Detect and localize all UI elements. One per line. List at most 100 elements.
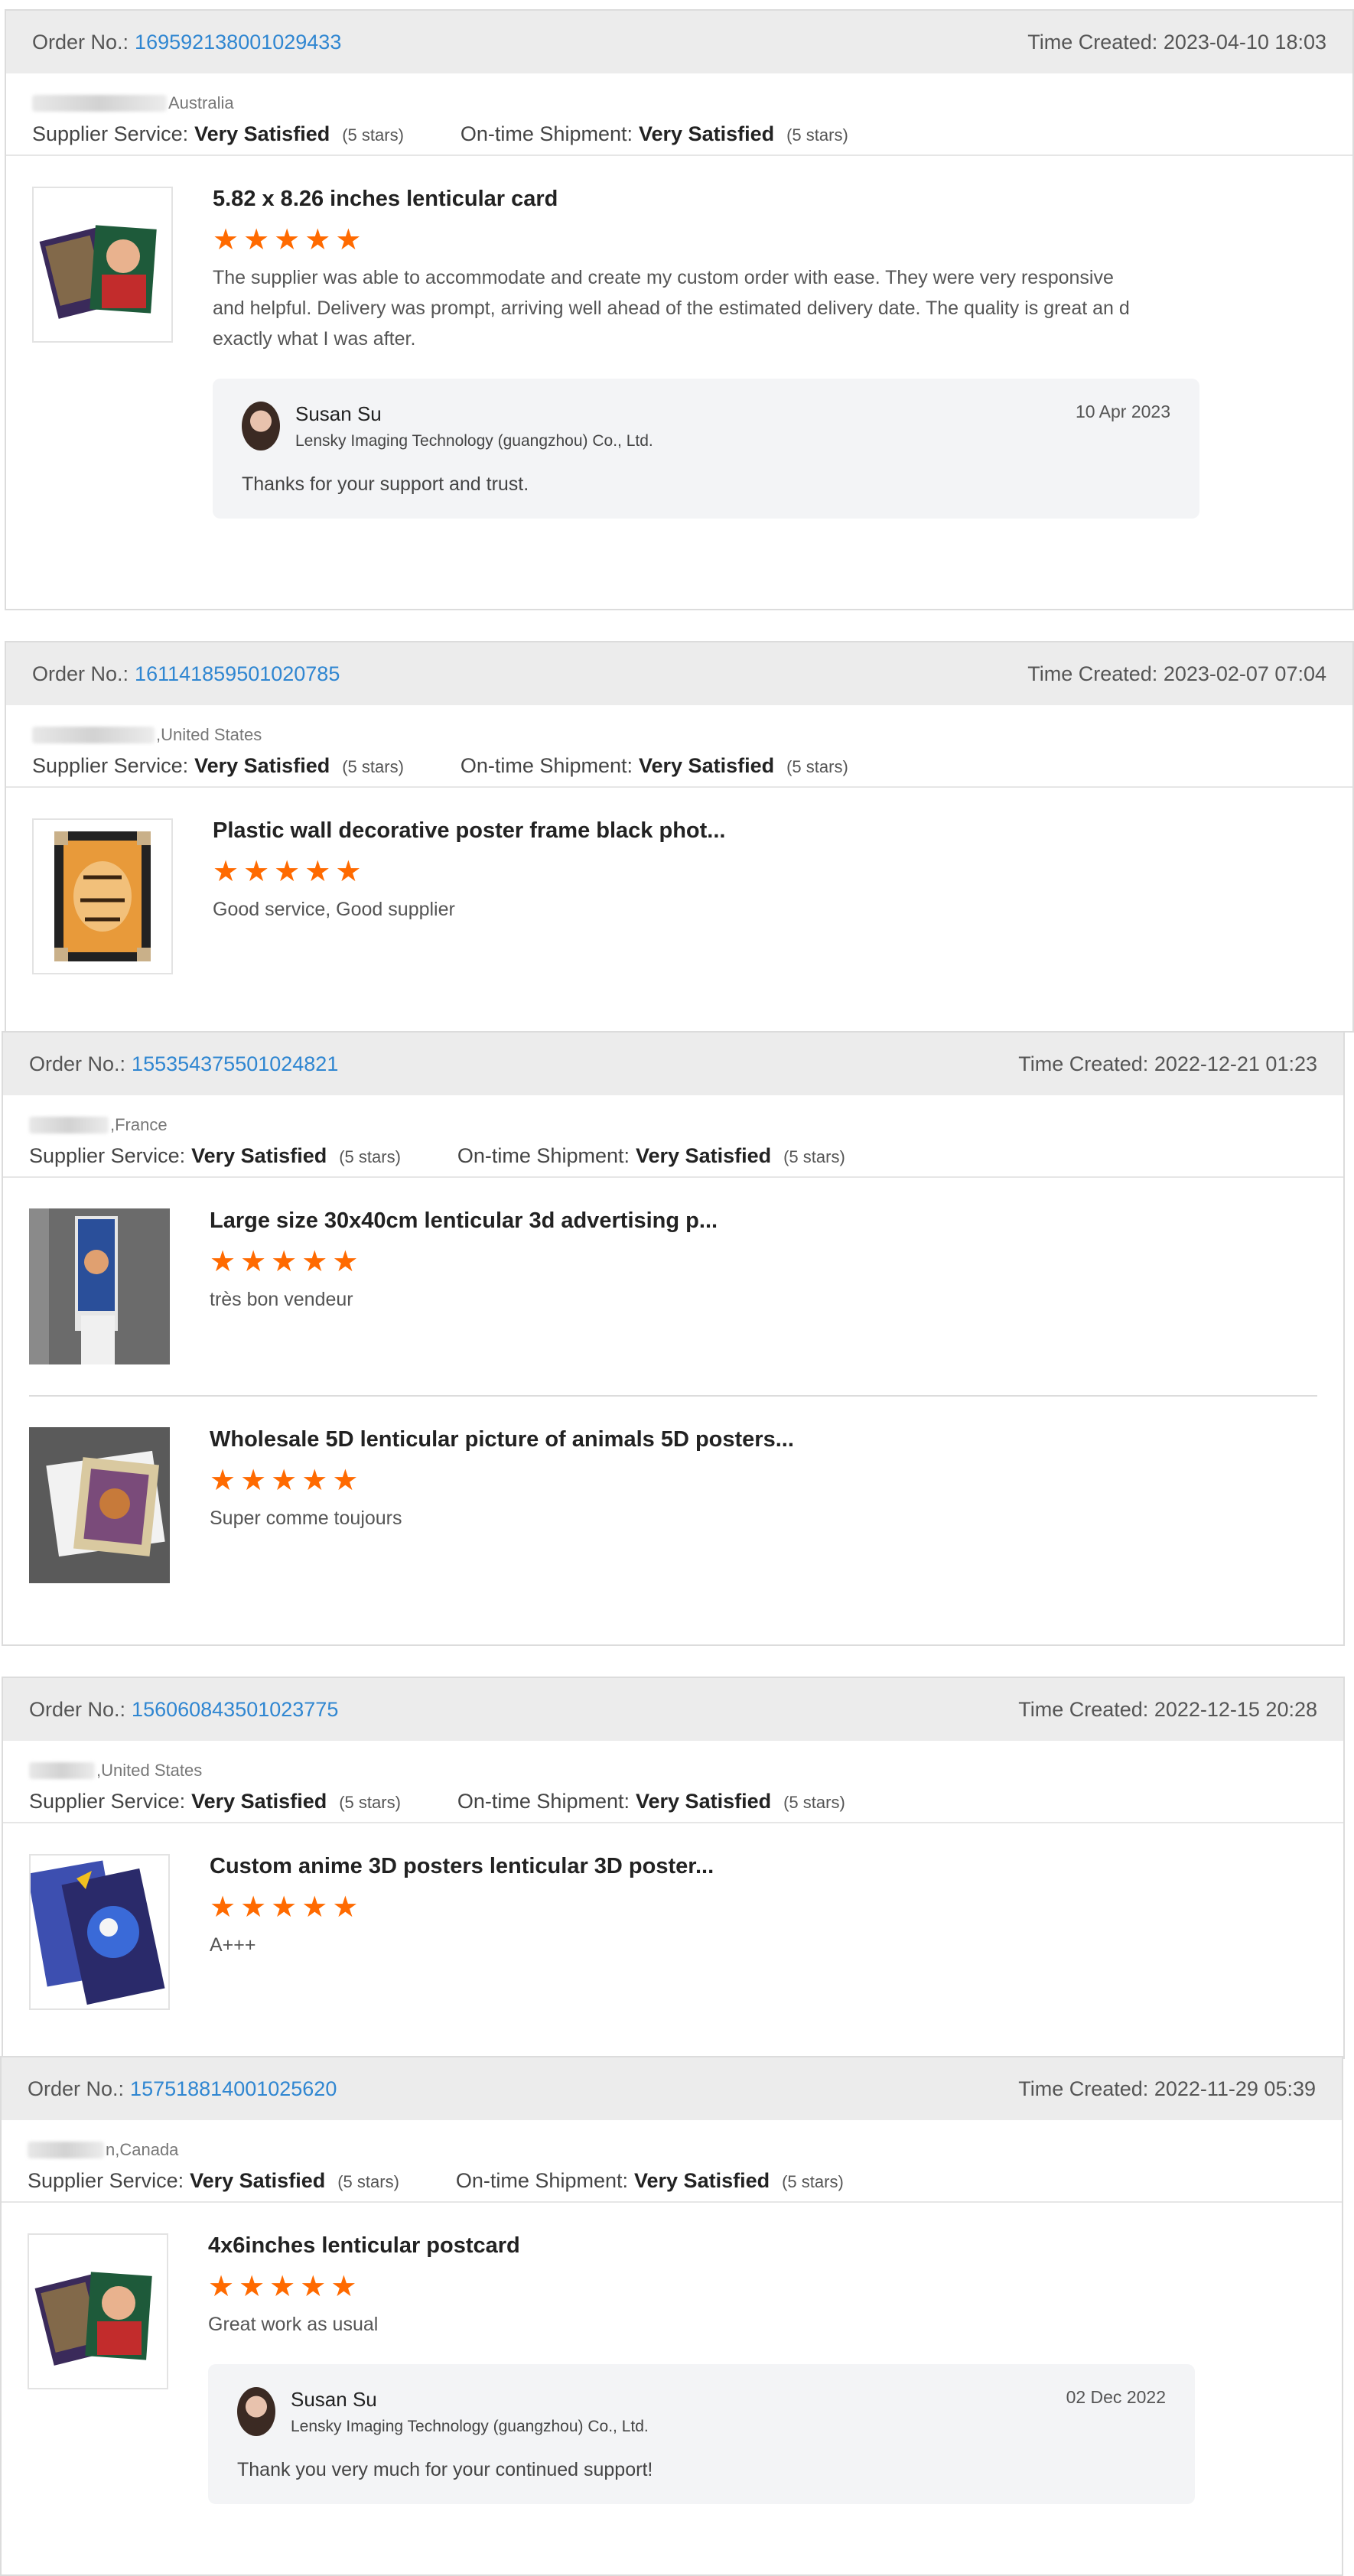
product-thumbnail[interactable]: [32, 187, 173, 343]
star-icon: ★: [304, 856, 331, 888]
review-comment: très bon vendeur: [210, 1289, 353, 1310]
star-rating: ★ ★ ★ ★ ★: [210, 1893, 1317, 1922]
star-rating: ★ ★ ★ ★ ★: [213, 226, 1326, 255]
reply-author: Susan Su: [295, 402, 382, 425]
supplier-service-value: Very Satisfied: [194, 754, 330, 777]
star-icon: ★: [274, 856, 301, 888]
buyer-location: n,Canada: [28, 2137, 1316, 2163]
order-number-link[interactable]: 157518814001025620: [130, 2077, 337, 2100]
supplier-service-value: Very Satisfied: [194, 122, 330, 145]
shipment-label: On-time Shipment:: [457, 1144, 630, 1167]
star-icon: ★: [301, 1465, 328, 1497]
star-icon: ★: [301, 1246, 328, 1278]
star-rating: ★ ★ ★ ★ ★: [213, 857, 1326, 886]
anime-poster-image: [31, 1860, 165, 2005]
order-number-link[interactable]: 155354375501024821: [132, 1052, 338, 1075]
shipment-stars-text: (5 stars): [786, 757, 848, 776]
buyer-location: Australia: [32, 90, 1326, 116]
star-icon: ★: [335, 856, 362, 888]
star-icon: ★: [330, 2271, 357, 2303]
product-title[interactable]: 5.82 x 8.26 inches lenticular card: [213, 187, 1326, 212]
review-item: 4x6inches lenticular postcard ★ ★ ★ ★ ★ Grea…: [2, 2203, 1342, 2504]
time-created-label: Time Created:: [1027, 662, 1158, 685]
joker-cards-image: [34, 2272, 152, 2366]
reply-company: Lensky Imaging Technology (guangzhou) Co…: [291, 2417, 649, 2435]
shipment-label: On-time Shipment:: [455, 2169, 628, 2192]
product-thumbnail[interactable]: [29, 1208, 170, 1364]
shipment-stars-text: (5 stars): [786, 125, 848, 145]
product-title[interactable]: Custom anime 3D posters lenticular 3D po…: [210, 1854, 1317, 1879]
order-meta: Australia Supplier Service: Very Satisfie…: [6, 73, 1352, 156]
product-thumbnail[interactable]: [29, 1854, 170, 2010]
review-comment: Good service, Good supplier: [213, 899, 455, 920]
shipment-label: On-time Shipment:: [460, 754, 633, 777]
order-card: Order No.: 155354375501024821 Time Create…: [2, 1031, 1345, 1646]
buyer-country: n,Canada: [106, 2140, 179, 2159]
product-title[interactable]: Plastic wall decorative poster frame bla…: [213, 818, 1326, 844]
product-thumbnail[interactable]: [32, 818, 173, 974]
supplier-reply: Susan Su Lensky Imaging Technology (guan…: [213, 379, 1199, 519]
shipment-stars-text: (5 stars): [782, 2172, 844, 2191]
time-created-label: Time Created:: [1018, 1052, 1149, 1075]
supplier-service-label: Supplier Service:: [32, 754, 189, 777]
order-number-link[interactable]: 169592138001029433: [135, 31, 341, 54]
order-card: Order No.: 156060843501023775 Time Create…: [2, 1677, 1345, 2059]
shipment-value: Very Satisfied: [636, 1144, 772, 1167]
review-comment: A+++: [210, 1934, 256, 1956]
time-created-value: 2023-02-07 07:04: [1163, 662, 1326, 685]
product-title[interactable]: Wholesale 5D lenticular picture of anima…: [210, 1427, 1317, 1452]
buyer-location: ,United States: [32, 722, 1326, 748]
order-number-link[interactable]: 156060843501023775: [132, 1698, 338, 1721]
star-rating: ★ ★ ★ ★ ★: [210, 1466, 1317, 1495]
order-no-label: Order No.:: [29, 1052, 126, 1075]
review-item: Wholesale 5D lenticular picture of anima…: [3, 1397, 1343, 1583]
star-icon: ★: [240, 1891, 267, 1924]
product-thumbnail[interactable]: [29, 1427, 170, 1583]
star-icon: ★: [210, 1891, 236, 1924]
star-rating: ★ ★ ★ ★ ★: [208, 2272, 1316, 2301]
order-header: Order No.: 157518814001025620 Time Create…: [2, 2057, 1342, 2120]
animal-picture-image: [29, 1427, 170, 1583]
tiger-frame-image: [54, 831, 151, 961]
order-header: Order No.: 161141859501020785 Time Create…: [6, 642, 1352, 705]
order-number-link[interactable]: 161141859501020785: [135, 662, 340, 685]
shipment-stars-text: (5 stars): [783, 1793, 845, 1812]
order-card: Order No.: 161141859501020785 Time Create…: [5, 641, 1354, 1033]
buyer-country: Australia: [168, 93, 234, 112]
time-created-value: 2022-11-29 05:39: [1154, 2077, 1316, 2100]
star-icon: ★: [239, 2271, 265, 2303]
star-icon: ★: [243, 856, 270, 888]
review-comment: Super comme toujours: [210, 1508, 402, 1529]
star-icon: ★: [210, 1246, 236, 1278]
shipment-label: On-time Shipment:: [460, 122, 633, 145]
product-title[interactable]: Large size 30x40cm lenticular 3d adverti…: [210, 1208, 1317, 1234]
rating-line: Supplier Service: Very Satisfied (5 stars)…: [32, 754, 1326, 778]
review-item: 5.82 x 8.26 inches lenticular card ★ ★ ★ ★ ★…: [6, 156, 1352, 519]
star-icon: ★: [213, 856, 239, 888]
review-item: Custom anime 3D posters lenticular 3D po…: [3, 1823, 1343, 2010]
star-icon: ★: [240, 1465, 267, 1497]
order-meta: ,United States Supplier Service: Very Sat…: [6, 705, 1352, 788]
buyer-country: ,United States: [96, 1761, 203, 1780]
time-created-value: 2023-04-10 18:03: [1163, 30, 1326, 54]
reply-date: 02 Dec 2022: [1066, 2387, 1166, 2407]
supplier-service-label: Supplier Service:: [32, 122, 189, 145]
shipment-value: Very Satisfied: [634, 2169, 770, 2192]
product-title[interactable]: 4x6inches lenticular postcard: [208, 2233, 1316, 2259]
time-created-label: Time Created:: [1027, 30, 1158, 54]
star-icon: ★: [332, 1246, 359, 1278]
supplier-service-value: Very Satisfied: [190, 2169, 326, 2192]
star-icon: ★: [301, 1891, 328, 1924]
star-icon: ★: [300, 2271, 327, 2303]
star-icon: ★: [208, 2271, 235, 2303]
reply-text: Thank you very much for your continued s…: [237, 2459, 653, 2480]
buyer-location: ,France: [29, 1112, 1317, 1138]
star-icon: ★: [240, 1246, 267, 1278]
avatar: [237, 2387, 275, 2436]
product-thumbnail[interactable]: [28, 2233, 168, 2389]
star-icon: ★: [335, 224, 362, 256]
reply-text: Thanks for your support and trust.: [242, 473, 529, 495]
shipment-label: On-time Shipment:: [457, 1790, 630, 1813]
star-icon: ★: [271, 1465, 298, 1497]
supplier-service-value: Very Satisfied: [191, 1790, 327, 1813]
